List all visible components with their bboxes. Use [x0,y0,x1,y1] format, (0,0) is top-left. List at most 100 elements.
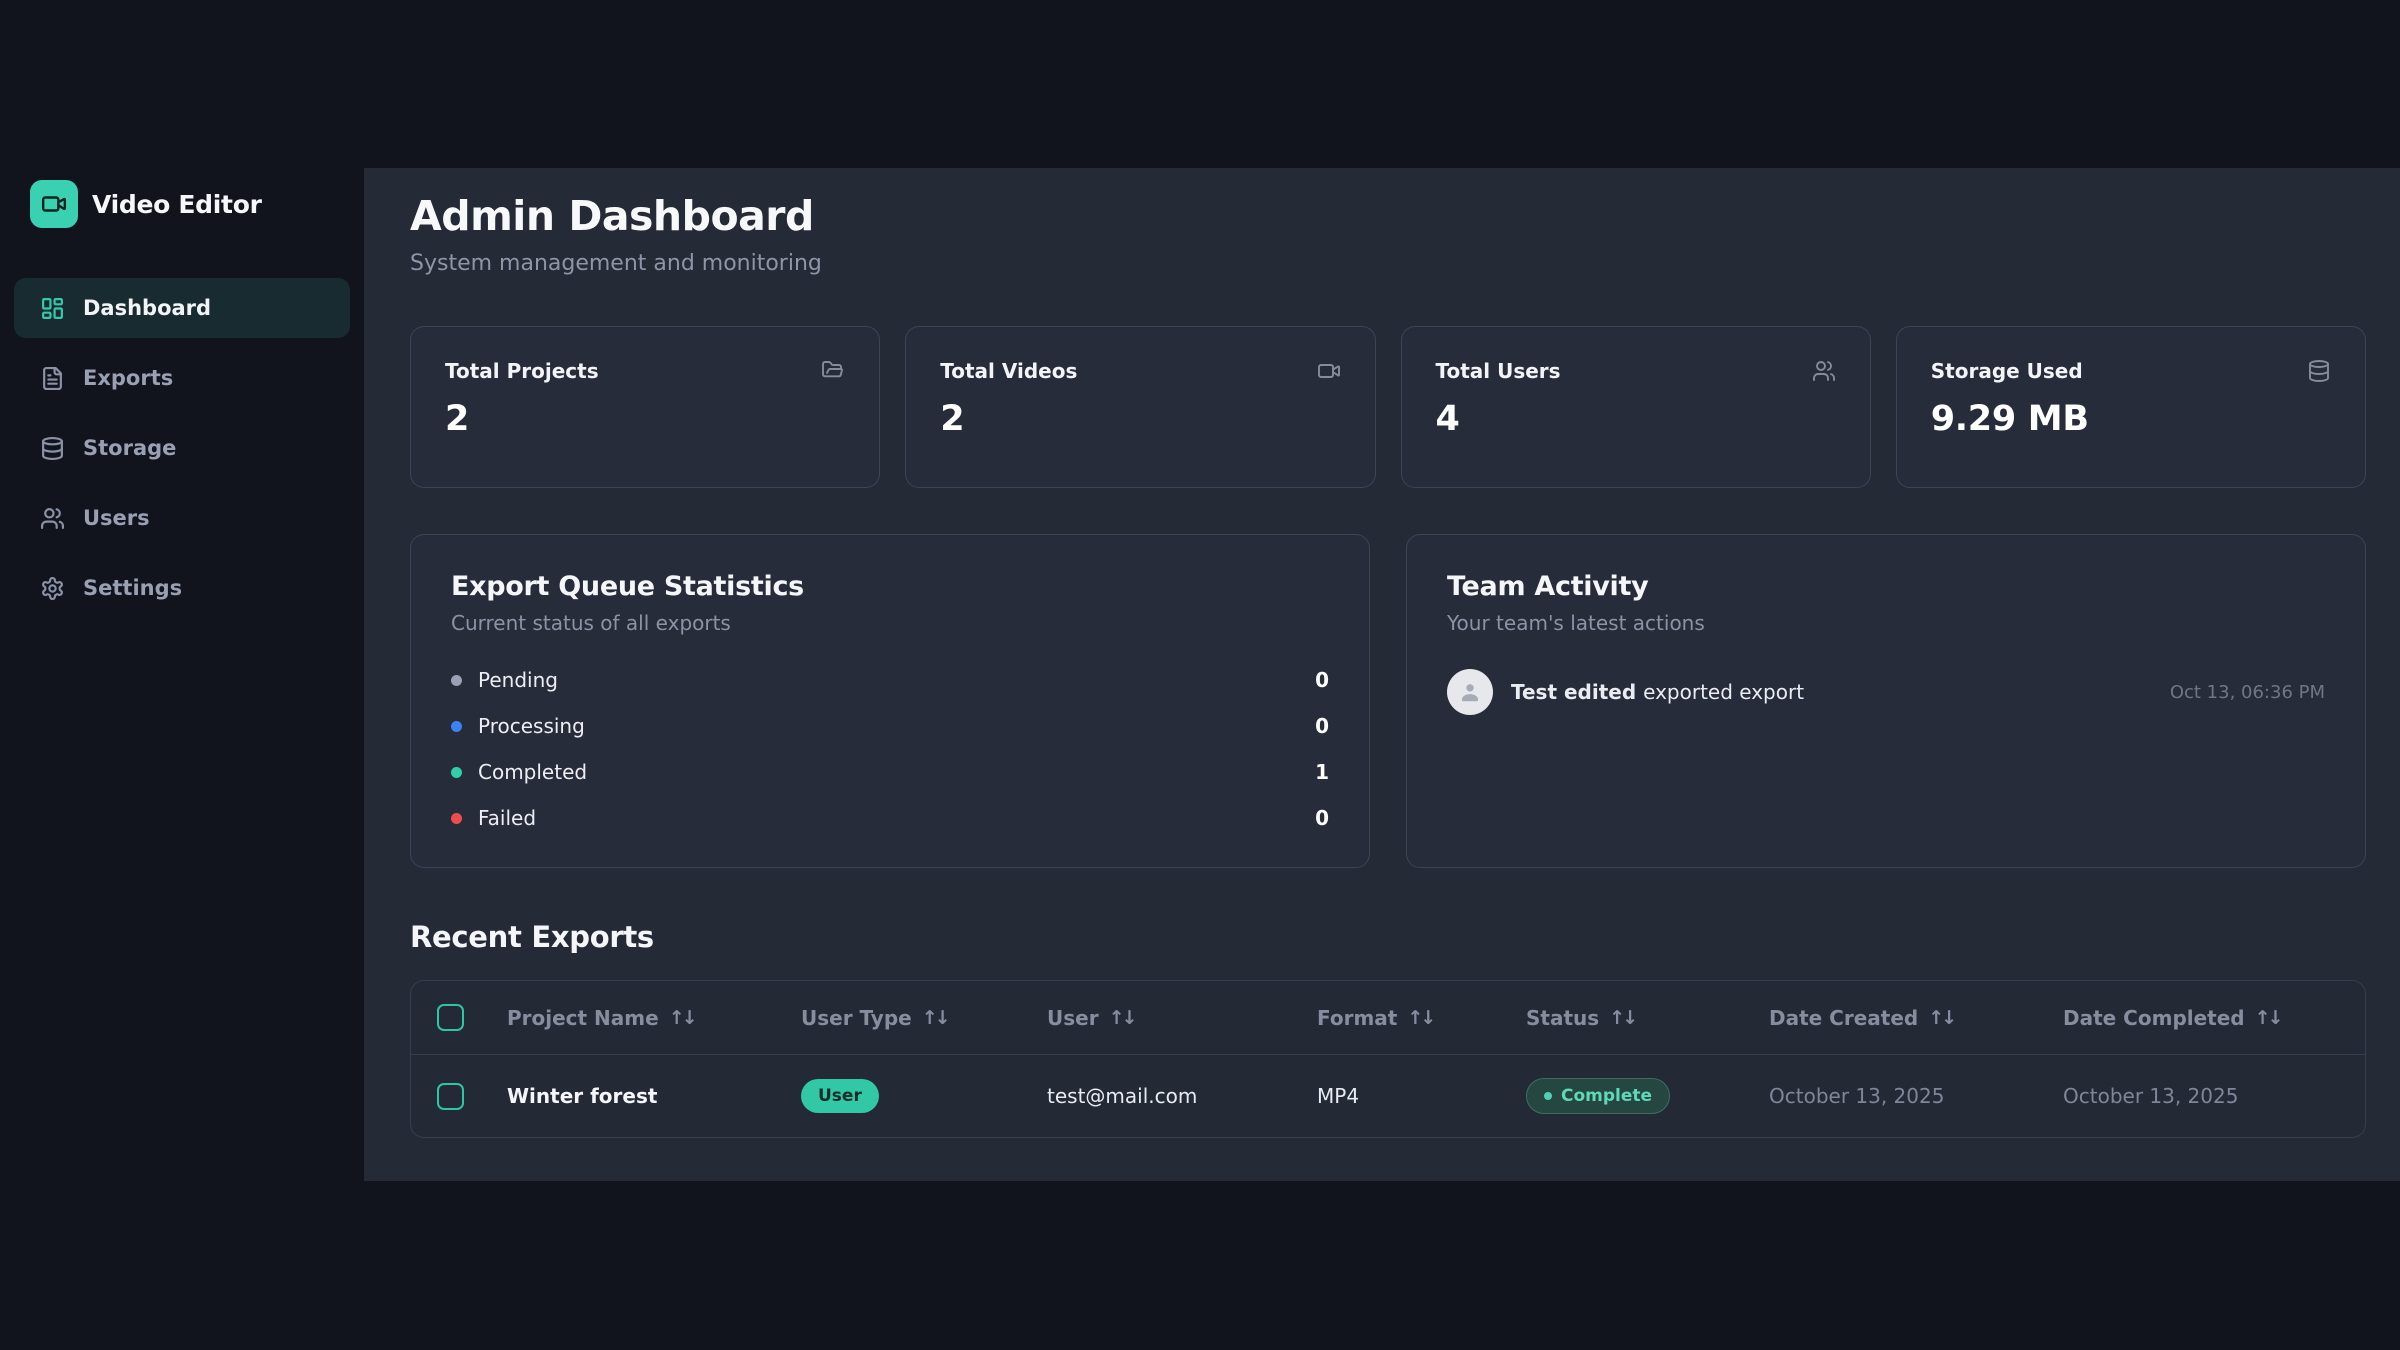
column-header-project-name[interactable]: Project Name ↑↓ [507,1006,801,1030]
sidebar-item-label: Exports [83,366,173,390]
queue-label: Processing [478,714,585,738]
column-label: Project Name [507,1006,659,1030]
users-icon [40,506,65,531]
dashboard-grid-icon [40,296,65,321]
cell-project-name: Winter forest [507,1084,801,1108]
recent-exports-table: Project Name ↑↓ User Type ↑↓ User ↑↓ For… [410,980,2366,1138]
queue-label: Completed [478,760,587,784]
status-label: Complete [1561,1086,1652,1106]
queue-value: 1 [1315,760,1329,784]
activity-timestamp: Oct 13, 06:36 PM [2170,682,2325,703]
queue-value: 0 [1315,668,1329,692]
person-icon [1457,679,1483,705]
folder-open-icon [821,359,845,383]
column-header-date-created[interactable]: Date Created ↑↓ [1769,1006,2063,1030]
card-title: Export Queue Statistics [451,571,1329,602]
row-checkbox[interactable] [437,1083,464,1110]
column-label: User [1047,1006,1099,1030]
page-subtitle: System management and monitoring [410,250,2366,278]
stat-value: 9.29 MB [1931,399,2331,439]
stat-card-total-projects: Total Projects 2 [410,326,880,488]
failed-dot-icon [451,813,462,824]
middle-row: Export Queue Statistics Current status o… [410,534,2366,868]
sort-icon[interactable]: ↑↓ [922,1007,948,1029]
activity-actor: Test edited [1511,680,1643,704]
team-activity-card: Team Activity Your team's latest actions… [1406,534,2366,868]
stat-label: Total Videos [940,359,1077,383]
cell-date-completed: October 13, 2025 [2063,1084,2365,1108]
queue-label: Pending [478,668,558,692]
queue-value: 0 [1315,806,1329,830]
queue-value: 0 [1315,714,1329,738]
status-badge: Complete [1526,1078,1670,1114]
processing-dot-icon [451,721,462,732]
card-subtitle: Your team's latest actions [1447,611,2325,635]
database-icon [2307,359,2331,383]
export-queue-card: Export Queue Statistics Current status o… [410,534,1370,868]
stat-label: Storage Used [1931,359,2083,383]
recent-exports-title: Recent Exports [410,920,2366,954]
stat-value: 2 [940,399,1340,439]
sort-icon[interactable]: ↑↓ [1109,1007,1135,1029]
avatar [1447,669,1493,715]
sidebar-item-settings[interactable]: Settings [14,558,350,618]
column-header-status[interactable]: Status ↑↓ [1526,1006,1769,1030]
column-header-format[interactable]: Format ↑↓ [1317,1006,1526,1030]
user-type-badge: User [801,1079,879,1113]
sort-icon[interactable]: ↑↓ [1407,1007,1433,1029]
status-dot-icon [1544,1092,1552,1100]
video-camera-logo-icon [30,180,78,228]
sidebar-item-storage[interactable]: Storage [14,418,350,478]
column-header-user[interactable]: User ↑↓ [1047,1006,1317,1030]
activity-list-item: Test edited exported export Oct 13, 06:3… [1447,669,2325,715]
cell-user: test@mail.com [1047,1084,1317,1108]
main-panel: Admin Dashboard System management and mo… [364,168,2400,1181]
activity-action: exported export [1643,680,1804,704]
card-subtitle: Current status of all exports [451,611,1329,635]
video-camera-icon [1317,359,1341,383]
sidebar-item-users[interactable]: Users [14,488,350,548]
table-header-row: Project Name ↑↓ User Type ↑↓ User ↑↓ For… [411,981,2365,1055]
queue-label: Failed [478,806,536,830]
users-icon [1812,359,1836,383]
database-icon [40,436,65,461]
column-label: Date Completed [2063,1006,2245,1030]
sidebar-item-dashboard[interactable]: Dashboard [14,278,350,338]
file-text-icon [40,366,65,391]
sort-icon[interactable]: ↑↓ [1928,1007,1954,1029]
stat-label: Total Users [1436,359,1561,383]
stat-value: 2 [445,399,845,439]
table-row: Winter forest User test@mail.com MP4 Com… [411,1055,2365,1137]
stat-label: Total Projects [445,359,599,383]
sidebar-nav: Dashboard Exports Storage Users [14,278,350,618]
select-all-checkbox[interactable] [437,1004,464,1031]
cell-status: Complete [1526,1078,1769,1114]
admin-dashboard-page: { "app": { "name": "Video Editor" }, "si… [0,0,2400,1350]
sidebar-item-exports[interactable]: Exports [14,348,350,408]
stat-card-total-videos: Total Videos 2 [905,326,1375,488]
stat-value: 4 [1436,399,1836,439]
stat-cards-row: Total Projects 2 Total Videos 2 Total Us… [410,326,2366,488]
cell-format: MP4 [1317,1084,1526,1108]
row-checkbox-cell [411,1083,507,1110]
brand: Video Editor [0,0,364,228]
completed-dot-icon [451,767,462,778]
stat-card-storage-used: Storage Used 9.29 MB [1896,326,2366,488]
sidebar: Video Editor Dashboard Exports Storage [0,0,364,1350]
sort-icon[interactable]: ↑↓ [1609,1007,1635,1029]
gear-icon [40,576,65,601]
app-name: Video Editor [92,190,262,219]
sidebar-item-label: Settings [83,576,182,600]
column-header-date-completed[interactable]: Date Completed ↑↓ [2063,1006,2365,1030]
sort-icon[interactable]: ↑↓ [2255,1007,2281,1029]
header-checkbox-cell [411,1004,507,1031]
column-header-user-type[interactable]: User Type ↑↓ [801,1006,1047,1030]
card-title: Team Activity [1447,571,2325,602]
sort-icon[interactable]: ↑↓ [669,1007,695,1029]
column-label: Status [1526,1006,1599,1030]
cell-date-created: October 13, 2025 [1769,1084,2063,1108]
column-label: Format [1317,1006,1397,1030]
pending-dot-icon [451,675,462,686]
cell-user-type: User [801,1079,1047,1113]
queue-item-processing: Processing 0 [451,711,1329,741]
